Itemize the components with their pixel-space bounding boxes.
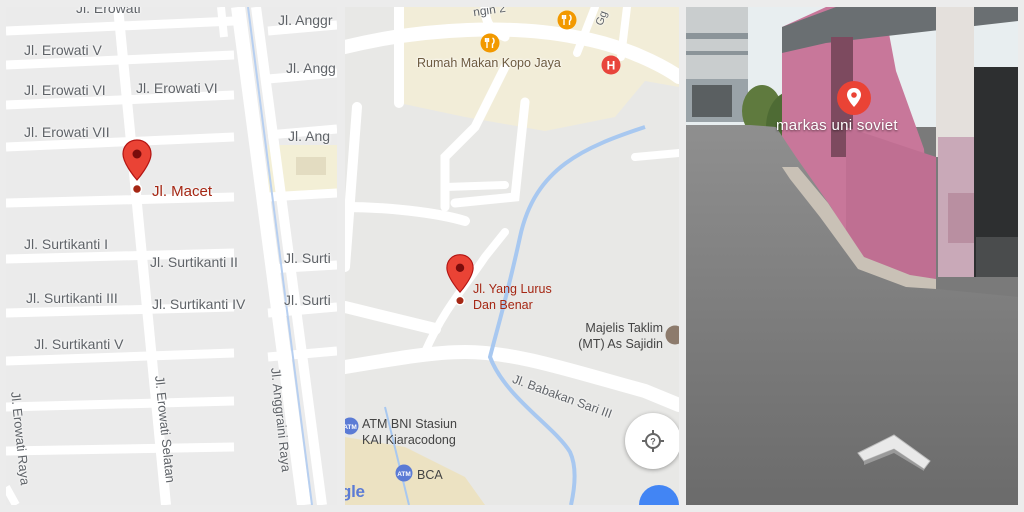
svg-text:?: ? <box>650 437 656 447</box>
map-panel-left[interactable]: Jl. Erowati Jl. Anggr Jl. Angg Jl. Ang J… <box>6 7 337 505</box>
street-label: Jl. Ang <box>288 128 331 144</box>
google-logo: gle <box>345 482 365 501</box>
mosque-icon[interactable] <box>665 325 679 345</box>
street-label: Jl. Erowati VII <box>24 124 110 140</box>
street-label: Jl. Surtikanti III <box>26 290 118 306</box>
svg-text:H: H <box>607 59 616 73</box>
street-label: Jl. Anggr <box>278 12 333 28</box>
atm-icon[interactable]: ATM <box>395 464 413 482</box>
svg-text:ATM: ATM <box>345 424 357 431</box>
pin-label-line: Dan Benar <box>473 298 533 313</box>
street-label: Jl. Erowati VI <box>136 80 218 96</box>
svg-text:ATM: ATM <box>397 471 411 478</box>
street-label: Jl. Surtikanti V <box>34 336 124 352</box>
street-label: Jl. Erowati <box>76 7 141 16</box>
street-view-panel[interactable]: markas uni soviet <box>686 7 1018 505</box>
poi-label-line: ATM BNI Stasiun <box>362 417 457 431</box>
street-label: Jl. Surtikanti IV <box>152 296 246 312</box>
poi-label-line: KAI Kiaracodong <box>362 433 456 448</box>
street-label: Jl. Erowati VI <box>24 82 106 98</box>
street-label: Jl. Surtikanti II <box>150 254 238 270</box>
majelis-label: Majelis Taklim (MT) As Sajidin <box>573 320 663 353</box>
crosshair-icon: ? <box>642 430 664 452</box>
poi-label-line: (MT) As Sajidin <box>578 337 663 352</box>
street-label: Jl. Surti <box>284 250 331 266</box>
map-panel-middle[interactable]: ngin 2 Gg H Rumah Makan Kopo Jaya Jl. Ya… <box>345 7 679 505</box>
street-label: Jl. Surtikanti I <box>24 236 109 252</box>
place-label: markas uni soviet <box>776 117 898 134</box>
street-label: Jl. Erowati V <box>24 42 102 58</box>
atm-label: ATM BNI Stasiun KAI Kiaracodong <box>362 416 457 449</box>
restaurant-icon[interactable] <box>480 33 500 53</box>
street-label: Jl. Surti <box>284 292 331 308</box>
pin-label-line: Jl. Yang Lurus <box>473 282 552 296</box>
restaurant-label: Rumah Makan Kopo Jaya <box>417 56 561 70</box>
my-location-button[interactable]: ? <box>625 413 679 469</box>
pin-label: Jl. Yang Lurus Dan Benar <box>473 281 552 314</box>
restaurant-icon[interactable] <box>557 10 577 30</box>
navigation-arrow-icon[interactable] <box>854 431 932 471</box>
location-marker-icon[interactable] <box>836 80 872 116</box>
pin-label: Jl. Macet <box>152 183 213 200</box>
street-label: Jl. Angg <box>286 60 336 76</box>
poi-label-line: Majelis Taklim <box>585 321 663 335</box>
hospital-icon[interactable]: H <box>601 55 621 75</box>
map-pin-icon[interactable] <box>445 252 475 308</box>
atm-icon[interactable]: ATM <box>345 417 359 435</box>
map-pin-icon[interactable] <box>121 138 153 196</box>
bca-label: BCA <box>417 468 443 482</box>
